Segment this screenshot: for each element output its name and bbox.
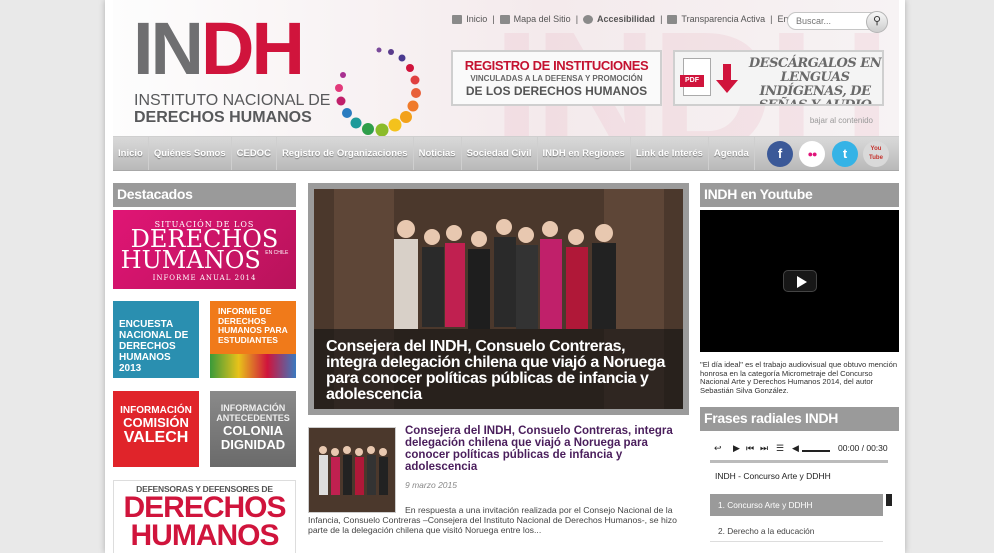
encuesta-banner[interactable]: ENCUESTA NACIONAL DE DERECHOS HUMANOS 20… <box>113 301 199 378</box>
article-thumbnail[interactable] <box>308 427 396 513</box>
progress-bar[interactable] <box>710 460 888 463</box>
nav-regiones[interactable]: INDH en Regiones <box>538 137 631 170</box>
registro-banner[interactable]: REGISTRO DE INSTITUCIONES VINCULADAS A L… <box>451 50 662 106</box>
article-date: 9 marzo 2015 <box>405 480 457 490</box>
search-icon: ⚲ <box>872 15 882 27</box>
playlist-item-1[interactable]: 1. Concurso Arte y DDHH <box>710 494 883 516</box>
indh-logo[interactable]: INDH INSTITUTO NACIONAL DE DERECHOS HUMA… <box>133 7 423 136</box>
top-links: Inicio | Mapa del Sitio | Accesibilidad … <box>452 14 807 24</box>
destacados-column: Destacados SITUACIÓN DE LOS DERECHOS HUM… <box>113 183 296 553</box>
nav-inicio[interactable]: Inicio <box>113 137 149 170</box>
flickr-icon[interactable]: ●● <box>799 141 825 167</box>
rewind-icon[interactable]: ↩ <box>714 443 722 454</box>
nav-sociedad-civil[interactable]: Sociedad Civil <box>462 137 538 170</box>
nav-quienes-somos[interactable]: Quiénes Somos <box>149 137 232 170</box>
play-audio-icon[interactable]: ▶ <box>733 443 740 454</box>
youtube-icon[interactable]: You Tube <box>863 141 889 167</box>
previous-icon[interactable]: ⏮ <box>746 443 754 454</box>
volume-icon[interactable]: ◀ <box>792 443 799 454</box>
transparency-icon <box>667 14 678 24</box>
next-icon[interactable]: ⏭ <box>760 443 768 454</box>
informe-estudiantes-banner[interactable]: INFORME DE DERECHOS HUMANOS PARA ESTUDIA… <box>210 301 296 378</box>
logo-line-1: INSTITUTO NACIONAL DE <box>134 92 331 109</box>
playlist-item-2[interactable]: 2. Derecho a la educación <box>710 520 883 542</box>
descarga-banner[interactable]: PDF DESCÁRGALOS EN LENGUAS INDÍGENAS, DE… <box>673 50 884 106</box>
video-caption: "El día ideal" es el trabajo audiovisual… <box>700 360 898 395</box>
pdf-icon: PDF <box>680 58 711 96</box>
playlist-icon[interactable]: ☰ <box>776 443 784 454</box>
article-summary: En respuesta a una invitación realizada … <box>308 505 677 535</box>
colonia-dignidad-banner[interactable]: INFORMACIÓN ANTECEDENTES COLONIA DIGNIDA… <box>210 391 296 467</box>
accessibility-icon <box>583 14 594 24</box>
playlist-scrollbar[interactable] <box>886 494 892 506</box>
article-title-link[interactable]: Consejera del INDH, Consuelo Contreras, … <box>405 425 689 473</box>
destacados-heading: Destacados <box>113 183 296 207</box>
time-display: 00:00 / 00:30 <box>838 443 888 453</box>
youtube-heading: INDH en Youtube <box>700 183 899 207</box>
facebook-icon[interactable]: f <box>767 141 793 167</box>
download-arrow-icon <box>716 64 738 93</box>
valech-banner[interactable]: INFORMACIÓN COMISIÓN VALECH <box>113 391 199 467</box>
skip-to-content-link[interactable]: bajar al contenido <box>810 116 873 125</box>
nav-link-interes[interactable]: Link de Interés <box>631 137 709 170</box>
site-header: INDH INDH INSTITUTO NACIONAL DE DERECHOS… <box>113 0 899 136</box>
toplink-transparencia[interactable]: Transparencia Activa <box>667 14 765 24</box>
right-column: INDH en Youtube "El día ideal" es el tra… <box>700 183 899 542</box>
nav-noticias[interactable]: Noticias <box>414 137 462 170</box>
toplink-mapa[interactable]: Mapa del Sitio <box>499 14 571 24</box>
informe-anual-banner[interactable]: SITUACIÓN DE LOS DERECHOS HUMANOS EN CHI… <box>113 210 296 289</box>
nav-cedoc[interactable]: CEDOC <box>232 137 277 170</box>
defensoras-banner[interactable]: DEFENSORAS Y DEFENSORES DE DERECHOS HUMA… <box>113 480 296 553</box>
home-icon <box>452 14 463 24</box>
page: INDH INDH INSTITUTO NACIONAL DE DERECHOS… <box>105 0 905 553</box>
play-icon[interactable] <box>783 270 817 292</box>
logo-dots-icon <box>335 47 421 136</box>
toplink-inicio[interactable]: Inicio <box>452 14 487 24</box>
now-playing: INDH - Concurso Arte y DDHH <box>715 471 831 481</box>
radio-heading: Frases radiales INDH <box>700 407 899 431</box>
logo-wordmark: INDH <box>133 7 305 90</box>
search-button[interactable]: ⚲ <box>866 11 888 33</box>
youtube-video-player[interactable] <box>700 210 899 352</box>
nav-agenda[interactable]: Agenda <box>709 137 755 170</box>
main-nav: Inicio Quiénes Somos CEDOC Registro de O… <box>113 136 899 171</box>
toplink-accesibilidad[interactable]: Accesibilidad <box>583 14 655 24</box>
featured-photo[interactable]: Consejera del INDH, Consuelo Contreras, … <box>308 183 689 415</box>
volume-slider[interactable] <box>802 450 830 452</box>
featured-caption: Consejera del INDH, Consuelo Contreras, … <box>314 329 683 409</box>
nav-registro[interactable]: Registro de Organizaciones <box>277 137 414 170</box>
twitter-icon[interactable]: t <box>832 141 858 167</box>
logo-line-2: DERECHOS HUMANOS <box>134 109 312 126</box>
sitemap-icon <box>499 14 510 24</box>
